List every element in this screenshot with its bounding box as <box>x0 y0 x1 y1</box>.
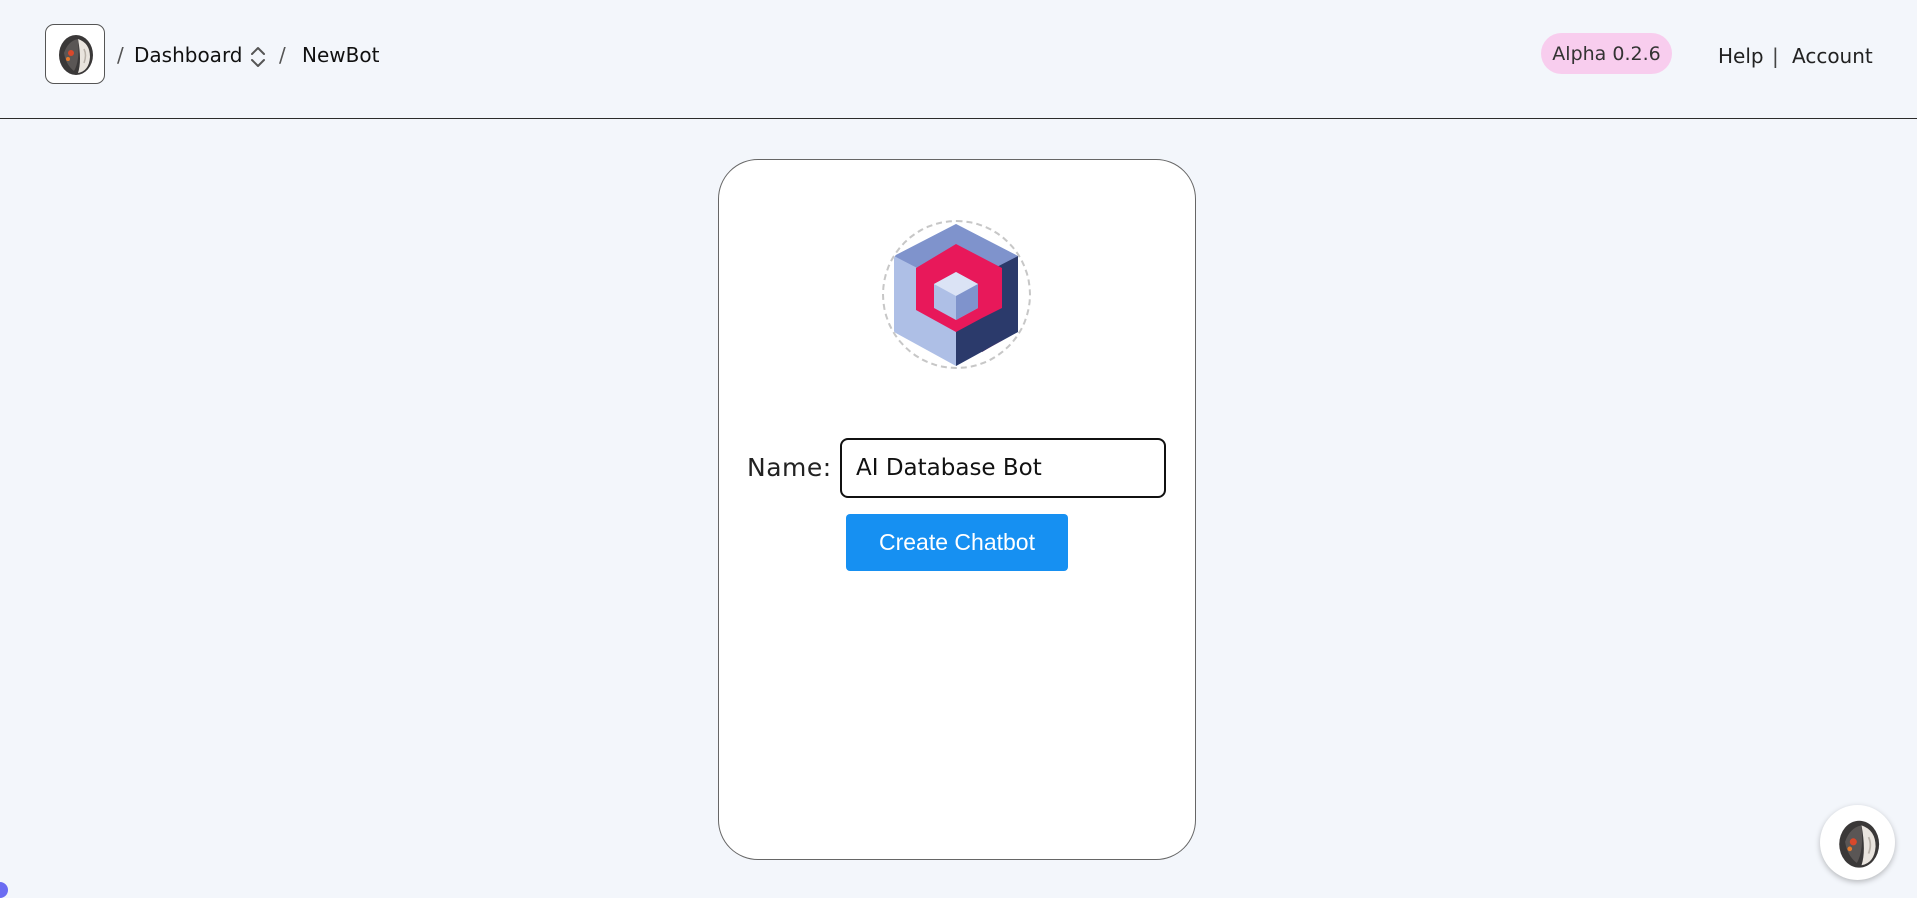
name-label: Name: <box>747 453 832 482</box>
create-chatbot-button[interactable]: Create Chatbot <box>846 514 1068 571</box>
chevron-up-down-icon[interactable] <box>248 44 268 70</box>
help-link[interactable]: Help <box>1718 42 1764 70</box>
breadcrumb-separator: / <box>279 43 286 67</box>
breadcrumb-current-page: NewBot <box>302 43 380 67</box>
robot-head-icon <box>1838 820 1879 868</box>
breadcrumb-separator: / <box>117 43 124 67</box>
robot-head-icon <box>59 35 93 75</box>
chat-launcher-button[interactable] <box>1820 805 1895 880</box>
top-header: / Dashboard / NewBot Alpha 0.2.6 Help | … <box>0 0 1917 119</box>
bot-name-input[interactable] <box>840 438 1166 498</box>
breadcrumb-dashboard[interactable]: Dashboard <box>134 41 243 69</box>
cube-logo-icon <box>894 224 1018 366</box>
bot-avatar-upload[interactable] <box>882 220 1031 369</box>
app-logo-button[interactable] <box>45 24 105 84</box>
nav-divider: | <box>1772 44 1779 68</box>
version-badge: Alpha 0.2.6 <box>1541 33 1672 74</box>
corner-indicator-dot <box>0 882 8 898</box>
account-link[interactable]: Account <box>1792 42 1873 70</box>
